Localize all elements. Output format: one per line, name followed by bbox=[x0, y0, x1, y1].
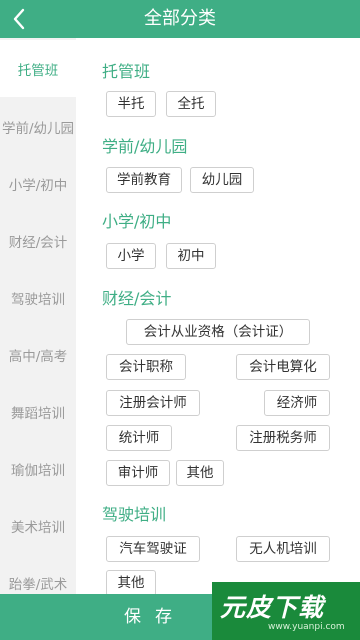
sidebar-item-martial-arts[interactable]: 跆拳/武术 bbox=[0, 554, 76, 594]
sidebar-item-tuoguanban[interactable]: 托管班 bbox=[0, 40, 76, 97]
section-title: 学前/幼儿园 bbox=[102, 137, 188, 156]
sidebar-item-label: 跆拳/武术 bbox=[8, 576, 68, 593]
sidebar-item-label: 托管班 bbox=[17, 62, 59, 79]
section-title: 小学/初中 bbox=[102, 212, 172, 231]
sidebar-item-yoga[interactable]: 瑜伽培训 bbox=[0, 440, 76, 497]
tag-button[interactable]: 其他 bbox=[176, 460, 224, 486]
watermark-url: www.yuanpi.com bbox=[268, 622, 345, 632]
tag-button[interactable]: 会计职称 bbox=[106, 354, 186, 380]
top-bar: 全部分类 bbox=[0, 0, 360, 38]
sidebar-item-dance[interactable]: 舞蹈培训 bbox=[0, 383, 76, 440]
tag-button[interactable]: 半托 bbox=[106, 91, 156, 117]
tag-button[interactable]: 会计电算化 bbox=[236, 354, 330, 380]
sidebar-item-label: 驾驶培训 bbox=[11, 291, 65, 308]
tag-button[interactable]: 无人机培训 bbox=[236, 536, 330, 562]
sidebar-item-label: 舞蹈培训 bbox=[11, 405, 65, 422]
sidebar-item-label: 美术培训 bbox=[11, 519, 65, 536]
sidebar-item-finance[interactable]: 财经/会计 bbox=[0, 212, 76, 269]
tag-button[interactable]: 全托 bbox=[166, 91, 216, 117]
sidebar-item-label: 高中/高考 bbox=[8, 348, 68, 365]
tag-button[interactable]: 统计师 bbox=[106, 425, 172, 451]
sidebar-item-high-school[interactable]: 高中/高考 bbox=[0, 326, 76, 383]
sidebar-item-label: 财经/会计 bbox=[8, 234, 68, 251]
tag-button[interactable]: 汽车驾驶证 bbox=[106, 536, 200, 562]
tag-button[interactable]: 审计师 bbox=[106, 460, 170, 486]
category-sidebar: 托管班 学前/幼儿园 小学/初中 财经/会计 驾驶培训 高中/高考 舞蹈培训 瑜… bbox=[0, 38, 76, 594]
category-content: 托管班 半托 全托 学前/幼儿园 学前教育 幼儿园 小学/初中 小学 初中 财经… bbox=[76, 38, 360, 594]
section-title: 托管班 bbox=[102, 62, 151, 81]
sidebar-item-label: 小学/初中 bbox=[8, 177, 68, 194]
sidebar-item-label: 学前/幼儿园 bbox=[1, 120, 75, 137]
tag-button[interactable]: 小学 bbox=[106, 243, 156, 269]
sidebar-item-driving[interactable]: 驾驶培训 bbox=[0, 269, 76, 326]
page-title: 全部分类 bbox=[144, 8, 216, 29]
tag-button[interactable]: 注册会计师 bbox=[106, 390, 200, 416]
sidebar-item-art[interactable]: 美术培训 bbox=[0, 497, 76, 554]
tag-button[interactable]: 学前教育 bbox=[106, 167, 182, 193]
section-title: 驾驶培训 bbox=[102, 505, 167, 524]
sidebar-item-label: 瑜伽培训 bbox=[11, 462, 65, 479]
watermark-logo-text: 元皮下载 bbox=[220, 593, 325, 622]
tag-button[interactable]: 经济师 bbox=[264, 390, 330, 416]
sidebar-item-primary-middle[interactable]: 小学/初中 bbox=[0, 155, 76, 212]
tag-button[interactable]: 会计从业资格（会计证） bbox=[126, 319, 310, 345]
section-title: 财经/会计 bbox=[102, 289, 172, 308]
tag-button[interactable]: 初中 bbox=[166, 243, 216, 269]
watermark-logo: 元皮下载 www.yuanpi.com bbox=[212, 582, 360, 640]
tag-button[interactable]: 其他 bbox=[106, 570, 156, 594]
sidebar-item-preschool[interactable]: 学前/幼儿园 bbox=[0, 98, 76, 155]
tag-button[interactable]: 幼儿园 bbox=[190, 167, 254, 193]
tag-button[interactable]: 注册税务师 bbox=[236, 425, 330, 451]
